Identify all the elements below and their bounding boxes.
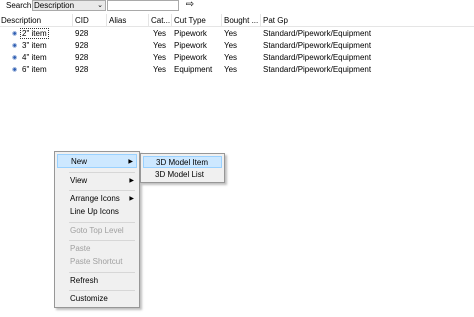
new-submenu: 3D Model Item 3D Model List	[140, 153, 225, 183]
search-field-value: Description	[34, 1, 75, 10]
submenu-arrow-icon: ▶	[129, 178, 134, 184]
submenu-arrow-icon: ▶	[129, 196, 134, 202]
column-header-cat[interactable]: Cat...	[151, 16, 170, 25]
column-divider[interactable]	[171, 14, 172, 26]
search-toolbar: Search Description ⌄ ⇨	[0, 0, 474, 12]
column-divider[interactable]	[148, 14, 149, 26]
column-header-bought[interactable]: Bought ...	[224, 16, 258, 25]
menu-item-arrange-icons[interactable]: Arrange Icons ▶	[57, 192, 137, 206]
item-pat-gp: Standard/Pipework/Equipment	[263, 53, 372, 62]
menu-item-refresh[interactable]: Refresh	[57, 274, 137, 288]
table-row[interactable]: ◉ 2" item 928 Yes Pipework Yes Standard/…	[0, 28, 474, 40]
menu-divider	[69, 172, 135, 173]
table-row[interactable]: ◉ 3" item 928 Yes Pipework Yes Standard/…	[0, 40, 474, 52]
column-divider[interactable]	[106, 14, 107, 26]
item-pat-gp: Standard/Pipework/Equipment	[263, 41, 372, 50]
list-header: Description CID Alias Cat... Cut Type Bo…	[0, 14, 474, 27]
column-header-cut-type[interactable]: Cut Type	[174, 16, 206, 25]
item-description: 2" item	[20, 28, 49, 39]
chevron-down-icon: ⌄	[97, 2, 103, 9]
item-cat: Yes	[153, 29, 167, 38]
item-cut-type: Pipework	[174, 53, 207, 62]
item-cid: 928	[75, 53, 89, 62]
menu-divider	[69, 240, 135, 241]
item-cid: 928	[75, 29, 89, 38]
go-button[interactable]: ⇨	[183, 0, 197, 11]
item-cat: Yes	[153, 41, 167, 50]
column-header-description[interactable]: Description	[1, 16, 41, 25]
search-field-select[interactable]: Description ⌄	[32, 0, 106, 11]
submenu-arrow-icon: ▶	[128, 159, 133, 165]
menu-divider	[69, 290, 135, 291]
menu-divider	[69, 272, 135, 273]
column-divider[interactable]	[72, 14, 73, 26]
menu-item-label: Customize	[70, 294, 108, 303]
item-bought: Yes	[224, 53, 238, 62]
item-description: 3" item	[22, 41, 47, 50]
menu-item-paste[interactable]: Paste	[57, 242, 137, 256]
menu-item-paste-shortcut[interactable]: Paste Shortcut	[57, 255, 137, 269]
menu-item-line-up-icons[interactable]: Line Up Icons	[57, 205, 137, 219]
item-cid: 928	[75, 41, 89, 50]
search-label: Search	[6, 1, 32, 10]
column-divider[interactable]	[260, 14, 261, 26]
menu-divider	[69, 190, 135, 191]
table-row[interactable]: ◉ 4" item 928 Yes Pipework Yes Standard/…	[0, 52, 474, 64]
table-row[interactable]: ◉ 6" item 928 Yes Equipment Yes Standard…	[0, 64, 474, 76]
arrow-right-icon: ⇨	[185, 0, 195, 10]
item-bought: Yes	[224, 41, 238, 50]
item-cut-type: Pipework	[174, 41, 207, 50]
column-header-alias[interactable]: Alias	[109, 16, 126, 25]
menu-item-label: Line Up Icons	[70, 207, 119, 216]
menu-item-customize[interactable]: Customize	[57, 292, 137, 306]
menu-item-label: Arrange Icons	[70, 194, 120, 203]
item-icon: ◉	[12, 43, 18, 49]
menu-item-view[interactable]: View ▶	[57, 174, 137, 188]
item-icon: ◉	[12, 31, 18, 37]
menu-item-new[interactable]: New ▶	[57, 154, 137, 168]
item-pat-gp: Standard/Pipework/Equipment	[263, 65, 372, 74]
menu-item-label: Refresh	[70, 276, 99, 285]
context-menu: New ▶ View ▶ Arrange Icons ▶ Line Up Ico…	[54, 151, 140, 308]
item-cid: 928	[75, 65, 89, 74]
column-divider[interactable]	[221, 14, 222, 26]
item-cat: Yes	[153, 65, 167, 74]
submenu-item-3d-model-item[interactable]: 3D Model Item	[143, 156, 222, 168]
submenu-item-label: 3D Model Item	[156, 158, 209, 167]
item-description: 4" item	[22, 53, 47, 62]
item-pat-gp: Standard/Pipework/Equipment	[263, 29, 372, 38]
menu-item-goto-top-level[interactable]: Goto Top Level	[57, 224, 137, 238]
search-input[interactable]	[107, 0, 179, 11]
item-cut-type: Equipment	[174, 65, 213, 74]
item-icon: ◉	[12, 67, 18, 73]
menu-item-label: Goto Top Level	[70, 226, 124, 235]
item-icon: ◉	[12, 55, 18, 61]
menu-item-label: Paste	[70, 244, 91, 253]
item-cat: Yes	[153, 53, 167, 62]
column-header-cid[interactable]: CID	[75, 16, 89, 25]
submenu-item-3d-model-list[interactable]: 3D Model List	[143, 169, 222, 181]
menu-item-label: Paste Shortcut	[70, 257, 123, 266]
menu-item-label: New	[71, 157, 88, 166]
menu-item-label: View	[70, 176, 88, 185]
menu-divider	[69, 222, 135, 223]
item-description: 6" item	[22, 65, 47, 74]
item-bought: Yes	[224, 65, 238, 74]
column-header-pat-gp[interactable]: Pat Gp	[263, 16, 288, 25]
submenu-item-label: 3D Model List	[155, 170, 204, 179]
item-bought: Yes	[224, 29, 238, 38]
item-cut-type: Pipework	[174, 29, 207, 38]
